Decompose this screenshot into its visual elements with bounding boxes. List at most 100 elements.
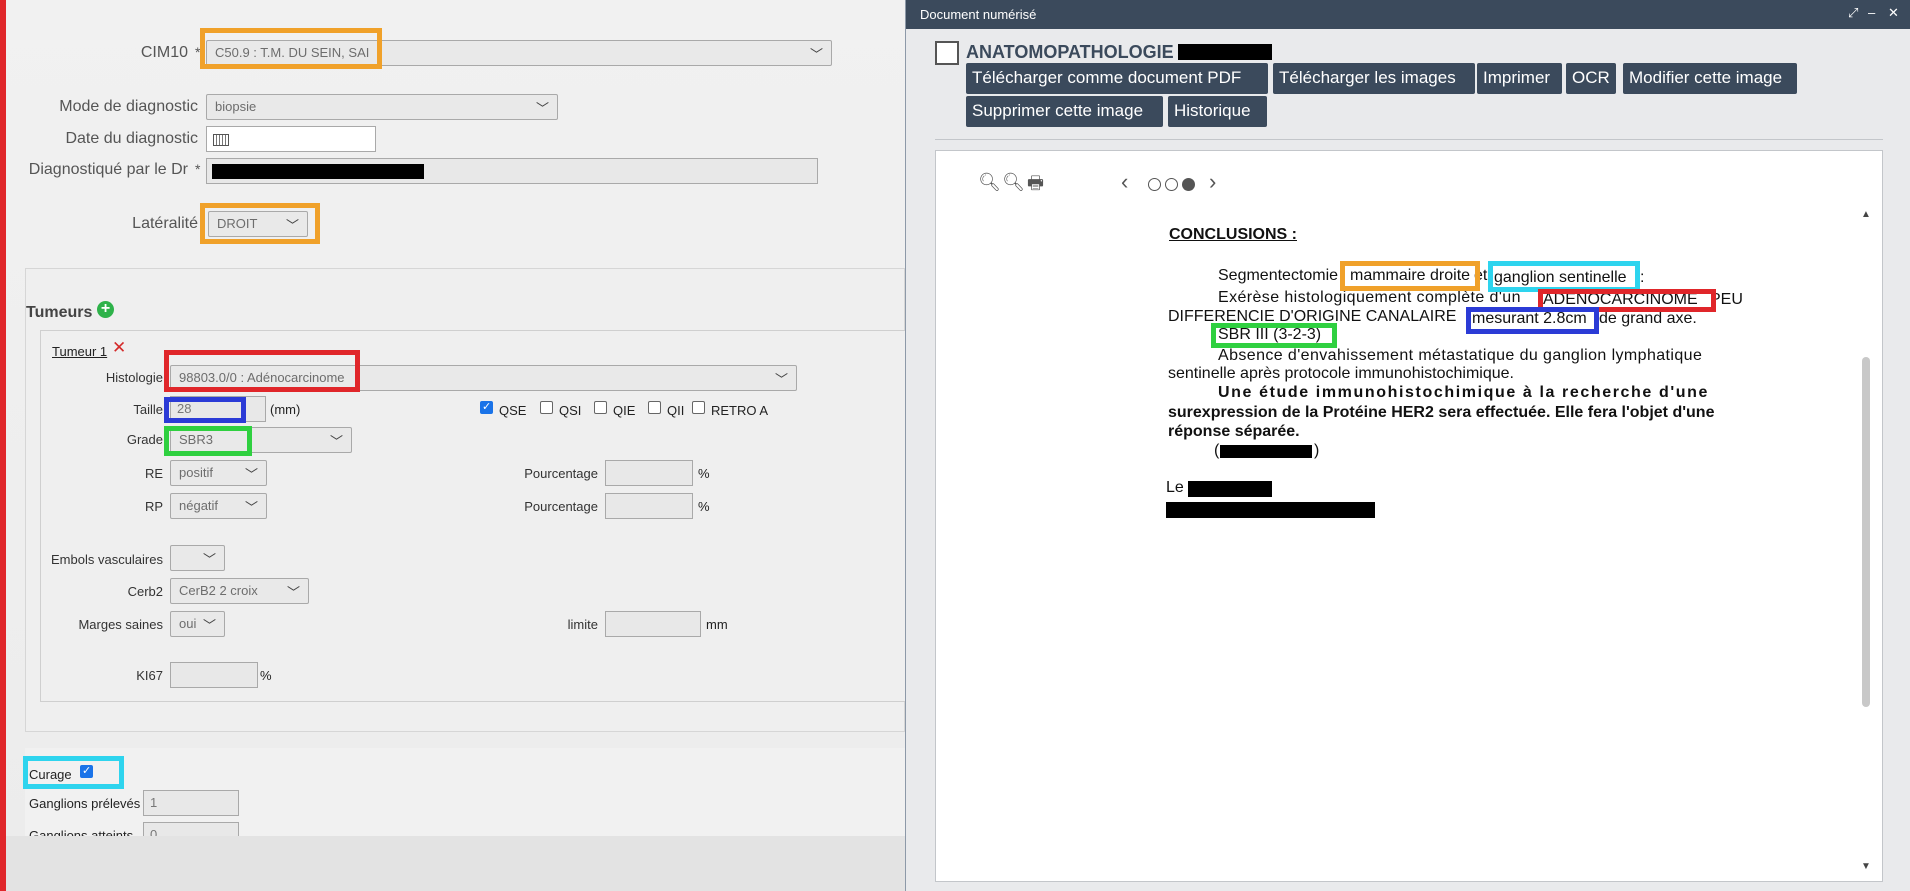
chevron-down-icon: ﹀ (202, 552, 216, 567)
delete-image-button[interactable]: Supprimer cette image (966, 96, 1163, 127)
download-images-button[interactable]: Télécharger les images (1273, 63, 1475, 94)
quadrant-checkbox-qsi[interactable] (540, 401, 553, 414)
mode-diagnostic-select[interactable]: biopsie ﹀ (206, 94, 558, 120)
edit-image-button[interactable]: Modifier cette image (1623, 63, 1797, 94)
scroll-down-icon[interactable]: ▼ (1861, 861, 1871, 872)
rp-select[interactable]: négatif ﹀ (170, 493, 267, 519)
page-dot-1[interactable] (1148, 178, 1161, 191)
rp-pourcentage-input[interactable] (605, 493, 693, 519)
redacted-doctor-name (212, 164, 424, 179)
cerb2-label: Cerb2 (127, 584, 163, 599)
tumeurs-heading: Tumeurs (26, 304, 93, 321)
select-document-checkbox[interactable] (935, 41, 959, 65)
doc-line-8: surexpression de la Protéine HER2 sera e… (1168, 404, 1715, 421)
chevron-down-icon: ﹀ (244, 500, 258, 515)
cim10-value: C50.9 : T.M. DU SEIN, SAI (215, 45, 370, 60)
document-viewer[interactable]: 🔍︎ 🔍︎ 🖶 ‹ › CONCLUSIONS : Segmentectomie… (935, 150, 1883, 882)
doc-line-1b: mammaire droite (1350, 267, 1471, 284)
cerb2-value: CerB2 2 croix (179, 583, 258, 598)
taille-input[interactable]: 28 (170, 396, 266, 422)
lateralite-select[interactable]: DROIT ﹀ (208, 211, 308, 237)
ganglions-preleves-input[interactable]: 1 (143, 790, 239, 816)
chevron-down-icon: ﹀ (774, 372, 788, 387)
doc-line-1a: Segmentectomie (1218, 267, 1339, 284)
embols-label: Embols vasculaires (51, 552, 163, 567)
window-title: Document numérisé (920, 7, 1037, 22)
date-diagnostic-input[interactable] (206, 126, 376, 152)
diagnostique-par-label: Diagnostiqué par le Dr (28, 161, 188, 178)
quadrant-checkbox-retro-a[interactable] (692, 401, 705, 414)
cerb2-select[interactable]: CerB2 2 croix ﹀ (170, 578, 309, 604)
quadrant-checkbox-qie[interactable] (594, 401, 607, 414)
taille-unit: (mm) (270, 402, 301, 417)
next-page-icon[interactable]: › (1209, 169, 1216, 195)
delete-tumeur-icon[interactable]: ✕ (112, 338, 126, 358)
embols-select[interactable]: ﹀ (170, 545, 225, 571)
doc-line-3b: mesurant 2.8cm (1472, 310, 1587, 327)
histologie-value: 98803.0/0 : Adénocarcinome (179, 370, 345, 385)
rp-value: négatif (179, 498, 219, 513)
doc-line-4: SBR III (3-2-3) (1218, 326, 1322, 343)
re-select[interactable]: positif ﹀ (170, 460, 267, 486)
mode-diagnostic-value: biopsie (215, 99, 257, 114)
chevron-down-icon: ﹀ (535, 101, 549, 116)
page-dot-3-active[interactable] (1182, 178, 1195, 191)
ki67-label: KI67 (136, 668, 163, 683)
re-pourcentage-input[interactable] (605, 460, 693, 486)
doc-line-7: Une étude immunohistochimique à la reche… (1218, 384, 1709, 401)
chevron-down-icon: ﹀ (285, 218, 299, 233)
patient-form-panel: CIM10 * C50.9 : T.M. DU SEIN, SAI ﹀ Mode… (0, 0, 905, 891)
print-icon[interactable]: 🖶 (1027, 171, 1044, 201)
doc-line-2b: ADENOCARCINOME (1543, 291, 1698, 308)
grade-select[interactable]: SBR3 ﹀ (170, 427, 352, 453)
quadrant-label: RETRO A (711, 403, 769, 418)
quadrant-label: QSI (559, 403, 582, 418)
ganglions-preleves-value: 1 (150, 795, 158, 810)
histologie-select[interactable]: 98803.0/0 : Adénocarcinome ﹀ (170, 365, 797, 391)
curage-checkbox[interactable] (80, 764, 93, 778)
lateralite-value: DROIT (217, 216, 258, 231)
quadrant-label: QIE (613, 403, 636, 418)
calendar-icon[interactable] (213, 134, 229, 146)
ki67-input[interactable] (170, 662, 258, 688)
add-tumeur-icon[interactable]: + (97, 301, 114, 318)
doc-line-1c: et (1474, 267, 1488, 284)
zoom-in-icon[interactable]: 🔍︎ (1002, 172, 1025, 193)
marges-select[interactable]: oui ﹀ (170, 611, 225, 637)
quadrant-checkbox-qse[interactable] (480, 400, 493, 414)
quadrant-label: QII (667, 403, 685, 418)
print-button[interactable]: Imprimer (1477, 63, 1562, 94)
doc-line-6: sentinelle après protocole immunohistoch… (1168, 365, 1514, 382)
redacted-document-title (1178, 44, 1272, 60)
doc-line-3a: DIFFERENCIE D'ORIGINE CANALAIRE (1168, 308, 1457, 325)
marges-value: oui (179, 616, 197, 631)
expand-icon[interactable]: ⤢ (1848, 5, 1858, 21)
history-button[interactable]: Historique (1168, 96, 1267, 127)
cim10-required-mark: * (195, 44, 201, 60)
quadrant-label: QSE (499, 403, 527, 418)
viewer-scrollbar[interactable]: ▲ ▼ (1860, 209, 1872, 873)
quadrant-checkbox-qii[interactable] (648, 401, 661, 414)
previous-page-icon[interactable]: ‹ (1121, 169, 1128, 195)
scroll-up-icon[interactable]: ▲ (1861, 209, 1871, 220)
chevron-down-icon: ﹀ (286, 585, 300, 600)
cim10-label: CIM10 (140, 44, 188, 61)
cim10-select[interactable]: C50.9 : T.M. DU SEIN, SAI ﹀ (206, 40, 832, 66)
ocr-button[interactable]: OCR (1566, 63, 1616, 94)
tumeur-1-link[interactable]: Tumeur 1 (52, 344, 107, 359)
re-value: positif (179, 465, 213, 480)
zoom-out-icon[interactable]: 🔍︎ (978, 172, 1001, 193)
page-dot-2[interactable] (1165, 178, 1178, 191)
grade-value: SBR3 (179, 432, 213, 447)
limite-input[interactable] (605, 611, 701, 637)
limite-unit: mm (706, 617, 728, 632)
re-pourcentage-unit: % (698, 466, 710, 481)
doc-line-2c: PEU (1710, 291, 1743, 308)
close-icon[interactable]: ✕ (1888, 5, 1899, 21)
minimize-icon[interactable]: – (1868, 5, 1875, 20)
histologie-label: Histologie (105, 370, 163, 385)
download-pdf-button[interactable]: Télécharger comme document PDF (966, 63, 1268, 94)
scrollbar-thumb[interactable] (1862, 357, 1870, 707)
redacted-signer (1166, 502, 1375, 518)
doc-line-2a: Exérèse histologiquement complète d'un (1218, 289, 1521, 306)
